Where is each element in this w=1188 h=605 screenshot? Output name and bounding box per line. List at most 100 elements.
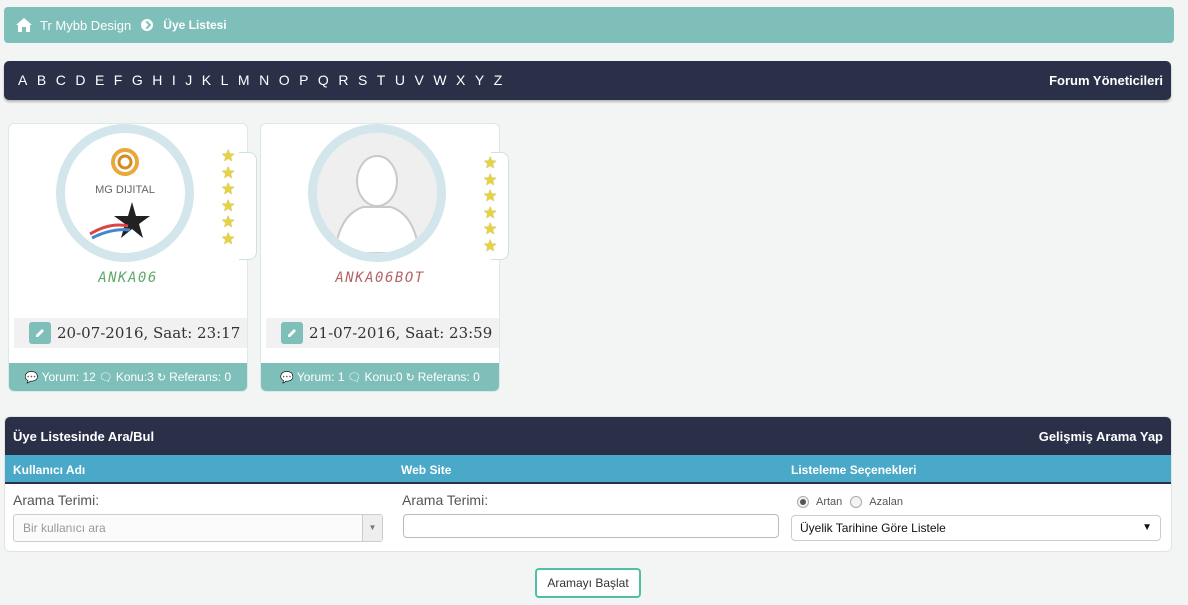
letter-link-d[interactable]: D <box>75 64 85 97</box>
search-panel-header: Üye Listesinde Ara/Bul Gelişmiş Arama Ya… <box>5 417 1171 455</box>
search-panel-title: Üye Listesinde Ara/Bul <box>13 428 155 444</box>
member-card: MG DIJITAL ★ ★ ★ ★ ★ ★ ANKA06 20-07-2016… <box>8 123 257 392</box>
letter-link-k[interactable]: K <box>202 64 211 97</box>
letter-link-r[interactable]: R <box>338 64 348 97</box>
sort-direction: Artan Azalan <box>797 496 903 508</box>
letter-link-l[interactable]: L <box>221 64 229 97</box>
forum-admins-link[interactable]: Forum Yöneticileri <box>1049 73 1163 88</box>
star-icon: ★ <box>221 181 236 199</box>
sort-order-value: Üyelik Tarihine Göre Listele <box>800 521 946 535</box>
member-join-date: 20-07-2016, Saat: 23:17 <box>57 324 241 342</box>
star-icon: ★ <box>221 214 236 232</box>
member-search-panel: Üye Listesinde Ara/Bul Gelişmiş Arama Ya… <box>4 416 1172 552</box>
refresh-icon: ↻ <box>156 371 167 384</box>
letter-link-m[interactable]: M <box>238 64 250 97</box>
member-stats: 💬 Yorum: 12 🗨 Konu:3 ↻ Referans: 0 <box>9 363 247 391</box>
avatar[interactable]: MG DIJITAL <box>56 124 194 262</box>
edit-icon[interactable] <box>29 322 51 344</box>
rank-stars: ★ ★ ★ ★ ★ ★ <box>483 155 498 256</box>
star-icon: ★ <box>483 188 498 206</box>
column-list-options: Listeleme Seçenekleri <box>791 463 917 477</box>
star-icon: ★ <box>483 171 498 189</box>
letter-link-v[interactable]: V <box>414 64 423 97</box>
star-icon: ★ <box>483 155 498 172</box>
star-icon: ★ <box>483 204 498 222</box>
member-threads: Konu:0 <box>364 370 403 384</box>
radio-descending[interactable] <box>850 496 863 508</box>
breadcrumb-home-link[interactable]: Tr Mybb Design <box>40 18 131 33</box>
letter-link-i[interactable]: I <box>172 64 176 97</box>
refresh-icon: ↻ <box>405 371 415 384</box>
card-side-tab <box>239 152 257 260</box>
edit-icon[interactable] <box>281 322 303 344</box>
star-icon: ★ <box>221 197 236 215</box>
member-stats: 💬 Yorum: 1 🗨 Konu:0 ↻ Referans: 0 <box>261 363 499 391</box>
breadcrumb-current: Üye Listesi <box>163 18 227 32</box>
mg-dijital-logo: MG DIJITAL <box>70 138 180 248</box>
star-icon: ★ <box>221 148 236 165</box>
username-search-select[interactable]: Bir kullanıcı ara ▼ <box>13 514 383 542</box>
letter-link-j[interactable]: J <box>185 64 192 97</box>
radio-ascending-label: Artan <box>816 496 843 508</box>
member-referrals: Referans: 0 <box>169 370 232 384</box>
letter-link-g[interactable]: G <box>132 64 143 97</box>
caret-down-icon: ▼ <box>1142 522 1152 533</box>
star-icon: ★ <box>221 230 236 248</box>
letter-link-w[interactable]: W <box>433 64 446 97</box>
breadcrumb: Tr Mybb Design Üye Listesi <box>4 7 1174 43</box>
member-date-row: 20-07-2016, Saat: 23:17 <box>14 318 247 348</box>
star-icon: ★ <box>483 221 498 239</box>
letter-link-q[interactable]: Q <box>318 64 329 97</box>
website-term-label: Arama Terimi: <box>402 492 489 508</box>
letter-link-x[interactable]: X <box>456 64 465 97</box>
column-website: Web Site <box>401 463 452 477</box>
member-username-link[interactable]: ANKA06 <box>9 270 247 286</box>
chevron-right-icon <box>141 19 154 31</box>
letter-link-u[interactable]: U <box>395 64 405 97</box>
member-referrals: Referans: 0 <box>417 370 480 384</box>
chevron-down-icon[interactable]: ▼ <box>362 515 382 541</box>
member-username-link[interactable]: ANKA06BOT <box>261 270 499 286</box>
username-term-label: Arama Terimi: <box>13 492 100 508</box>
member-posts: Yorum: 12 <box>41 370 96 384</box>
comments-icon: 💬 <box>280 371 294 384</box>
start-search-button[interactable]: Aramayı Başlat <box>535 568 641 598</box>
sort-order-select[interactable]: Üyelik Tarihine Göre Listele ▼ <box>791 515 1161 541</box>
threads-icon: 🗨 <box>98 371 113 384</box>
letter-link-t[interactable]: T <box>377 64 386 97</box>
logo-text: MG DIJITAL <box>95 184 155 196</box>
alphabet-bar: ABCDEFGHIJKLMNOPQRSTUVWXYZ Forum Yönetic… <box>4 61 1171 100</box>
rank-stars: ★ ★ ★ ★ ★ ★ <box>221 148 236 249</box>
default-avatar-icon <box>317 133 437 253</box>
advanced-search-link[interactable]: Gelişmiş Arama Yap <box>1039 429 1163 444</box>
letter-link-z[interactable]: Z <box>494 64 503 97</box>
member-card: ★ ★ ★ ★ ★ ★ ANKA06BOT 21-07-2016, Saat: … <box>260 123 509 392</box>
search-column-headers: Kullanıcı Adı Web Site Listeleme Seçenek… <box>5 455 1171 484</box>
letter-link-c[interactable]: C <box>56 64 66 97</box>
alphabet-letters: ABCDEFGHIJKLMNOPQRSTUVWXYZ <box>18 64 512 97</box>
letter-link-s[interactable]: S <box>358 64 367 97</box>
radio-ascending[interactable] <box>797 496 809 508</box>
letter-link-a[interactable]: A <box>18 64 27 97</box>
threads-icon: 🗨 <box>347 371 362 384</box>
letter-link-e[interactable]: E <box>95 64 104 97</box>
member-threads: Konu:3 <box>115 370 154 384</box>
letter-link-p[interactable]: P <box>299 64 308 97</box>
letter-link-y[interactable]: Y <box>475 64 484 97</box>
member-posts: Yorum: 1 <box>296 370 345 384</box>
member-join-date: 21-07-2016, Saat: 23:59 <box>309 324 493 342</box>
home-icon[interactable] <box>16 18 32 32</box>
avatar[interactable] <box>308 124 446 262</box>
username-search-placeholder: Bir kullanıcı ara <box>23 521 106 535</box>
column-username: Kullanıcı Adı <box>13 463 86 477</box>
letter-link-h[interactable]: H <box>152 64 162 97</box>
letter-link-b[interactable]: B <box>37 64 46 97</box>
star-icon: ★ <box>483 237 498 255</box>
letter-link-f[interactable]: F <box>114 64 123 97</box>
letter-link-n[interactable]: N <box>259 64 269 97</box>
radio-descending-label: Azalan <box>869 496 903 508</box>
star-icon: ★ <box>221 164 236 182</box>
letter-link-o[interactable]: O <box>279 64 290 97</box>
website-search-input[interactable] <box>403 514 779 538</box>
member-date-row: 21-07-2016, Saat: 23:59 <box>266 318 499 348</box>
